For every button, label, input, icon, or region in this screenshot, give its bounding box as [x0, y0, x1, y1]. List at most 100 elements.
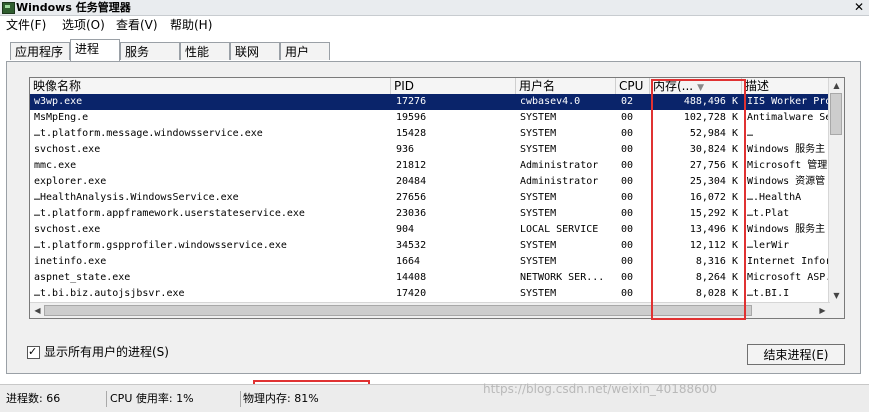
cell-pid: 15428 [396, 128, 427, 139]
vertical-scrollbar[interactable]: ▲ ▼ [828, 78, 844, 318]
menu-options[interactable]: 选项(O) [62, 16, 105, 34]
status-bar: 进程数: 66 CPU 使用率: 1% 物理内存: 81% [0, 384, 869, 412]
cell-name: …HealthAnalysis.WindowsService.exe [34, 192, 239, 203]
cell-desc: Windows 资源管 [747, 176, 826, 187]
menu-view[interactable]: 查看(V) [116, 16, 158, 34]
title-bar: Windows 任务管理器 ✕ [0, 0, 869, 16]
cell-mem: 25,304 K [689, 176, 738, 187]
col-cpu[interactable]: CPU [616, 78, 650, 94]
cell-name: w3wp.exe [34, 96, 83, 107]
process-row[interactable]: MsMpEng.e 19596 SYSTEM 00 102,728 K Antimalwa… [30, 110, 831, 126]
cell-user: SYSTEM [520, 256, 557, 267]
horizontal-scrollbar[interactable]: ◀ ▶ [30, 302, 830, 318]
status-process-count: 进程数: 66 [6, 391, 107, 407]
cell-mem: 8,028 K [695, 288, 738, 299]
cell-user: SYSTEM [520, 144, 557, 155]
cell-mem: 27,756 K [689, 160, 738, 171]
scroll-right-icon[interactable]: ▶ [816, 304, 829, 317]
cell-name: …t.platform.message.windowsservice.exe [34, 128, 263, 139]
cell-user: LOCAL SERVICE [520, 224, 599, 235]
process-row[interactable]: …t.bi.biz.autojsjbsvr.exe 17420 SYSTEM 00 8,… [30, 286, 830, 302]
process-row[interactable]: inetinfo.exe 1664 SYSTEM 00 8,316 K Internet … [30, 254, 831, 270]
status-physical-memory: 物理内存: 81% [243, 392, 319, 405]
cell-name: …t.bi.biz.autojsjbsvr.exe [34, 288, 185, 299]
process-row[interactable]: …t.platform.message.windowsservice.exe 15… [30, 126, 830, 142]
cell-pid: 14408 [396, 272, 427, 283]
cell-pid: 904 [396, 224, 415, 235]
horizontal-scroll-thumb[interactable] [44, 305, 752, 316]
close-icon[interactable]: ✕ [852, 0, 866, 14]
menu-file[interactable]: 文件(F) [6, 16, 46, 34]
process-list[interactable]: 映像名称 PID 用户名 CPU 内存(... ▼ 描述 w3wp.exe 1727… [29, 77, 845, 319]
tab-services[interactable]: 服务 [120, 42, 180, 60]
col-username[interactable]: 用户名 [516, 78, 616, 94]
process-row[interactable]: w3wp.exe 17276 cwbasev4.0 02 488,496 K IIS Wo… [30, 94, 831, 110]
cell-cpu: 00 [621, 224, 634, 235]
cell-user: SYSTEM [520, 128, 557, 139]
cell-name: mmc.exe [34, 160, 77, 171]
process-row[interactable]: …t.platform.appframework.userstateservic… [30, 206, 830, 222]
cell-name: aspnet_state.exe [34, 272, 131, 283]
cell-cpu: 00 [621, 160, 634, 171]
col-image-name[interactable]: 映像名称 [30, 78, 391, 94]
cell-desc: ….HealthA [747, 192, 802, 203]
scroll-left-icon[interactable]: ◀ [31, 304, 44, 317]
cell-cpu: 00 [621, 272, 634, 283]
status-cpu-usage: CPU 使用率: 1% [110, 391, 241, 407]
cell-desc: … [747, 128, 754, 139]
cell-pid: 17420 [396, 288, 427, 299]
process-row[interactable]: …t.platform.gspprofiler.windowsservice.e… [30, 238, 830, 254]
scroll-up-icon[interactable]: ▲ [830, 79, 843, 92]
cell-pid: 20484 [396, 176, 427, 187]
end-process-button[interactable]: 结束进程(E) [747, 344, 845, 365]
cell-cpu: 00 [621, 240, 634, 251]
column-header: 映像名称 PID 用户名 CPU 内存(... ▼ 描述 [30, 78, 830, 95]
cell-desc: …t.Plat [747, 208, 790, 219]
tab-users[interactable]: 用户 [280, 42, 330, 60]
menu-bar: 文件(F) 选项(O) 查看(V) 帮助(H) [0, 16, 869, 34]
sort-desc-icon: ▼ [697, 83, 705, 93]
cell-desc: …t.BI.I [747, 288, 790, 299]
cell-mem: 16,072 K [689, 192, 738, 203]
cell-mem: 52,984 K [689, 128, 738, 139]
cell-name: svchost.exe [34, 224, 101, 235]
process-row[interactable]: aspnet_state.exe 14408 NETWORK SER... 00 8,2… [30, 270, 831, 286]
process-row[interactable]: svchost.exe 904 LOCAL SERVICE 00 13,496 K Win… [30, 222, 830, 238]
tab-processes[interactable]: 进程 [70, 39, 120, 61]
show-all-users-checkbox[interactable] [27, 344, 40, 360]
cell-cpu: 00 [621, 192, 634, 203]
cell-cpu: 00 [621, 144, 634, 155]
cell-cpu: 00 [621, 176, 634, 187]
process-row[interactable]: svchost.exe 936 SYSTEM 00 30,824 K Windows 服务… [30, 142, 830, 158]
cell-cpu: 02 [621, 96, 634, 107]
cell-name: MsMpEng.e [34, 112, 89, 123]
task-manager-icon [2, 2, 15, 14]
cell-user: Administrator [520, 176, 599, 187]
process-row[interactable]: mmc.exe 21812 Administrator 00 27,756 K Micro… [30, 158, 830, 174]
show-all-users[interactable]: 显示所有用户的进程(S) [27, 344, 169, 360]
col-description[interactable]: 描述 [742, 78, 830, 94]
menu-help[interactable]: 帮助(H) [170, 16, 212, 34]
scroll-down-icon[interactable]: ▼ [830, 289, 843, 302]
vertical-scroll-thumb[interactable] [830, 93, 842, 135]
cell-mem: 8,264 K [695, 272, 738, 283]
col-memory[interactable]: 内存(... ▼ [650, 78, 742, 94]
process-row[interactable]: explorer.exe 20484 Administrator 00 25,304 K… [30, 174, 830, 190]
cell-mem: 13,496 K [689, 224, 738, 235]
tab-networking[interactable]: 联网 [230, 42, 280, 60]
cell-name: …t.platform.appframework.userstateservic… [34, 208, 305, 219]
tab-applications[interactable]: 应用程序 [10, 42, 70, 60]
cell-desc: Internet Infor [747, 256, 832, 267]
cell-pid: 34532 [396, 240, 427, 251]
tab-performance[interactable]: 性能 [180, 42, 230, 60]
col-pid[interactable]: PID [391, 78, 516, 94]
cell-mem: 15,292 K [689, 208, 738, 219]
cell-desc: Antimalware Se [747, 112, 832, 123]
cell-name: explorer.exe [34, 176, 107, 187]
cell-pid: 19596 [396, 112, 427, 123]
cell-cpu: 00 [621, 112, 634, 123]
cell-user: SYSTEM [520, 208, 557, 219]
cell-name: inetinfo.exe [34, 256, 107, 267]
cell-user: Administrator [520, 160, 599, 171]
process-row[interactable]: …HealthAnalysis.WindowsService.exe 27656 S… [30, 190, 830, 206]
